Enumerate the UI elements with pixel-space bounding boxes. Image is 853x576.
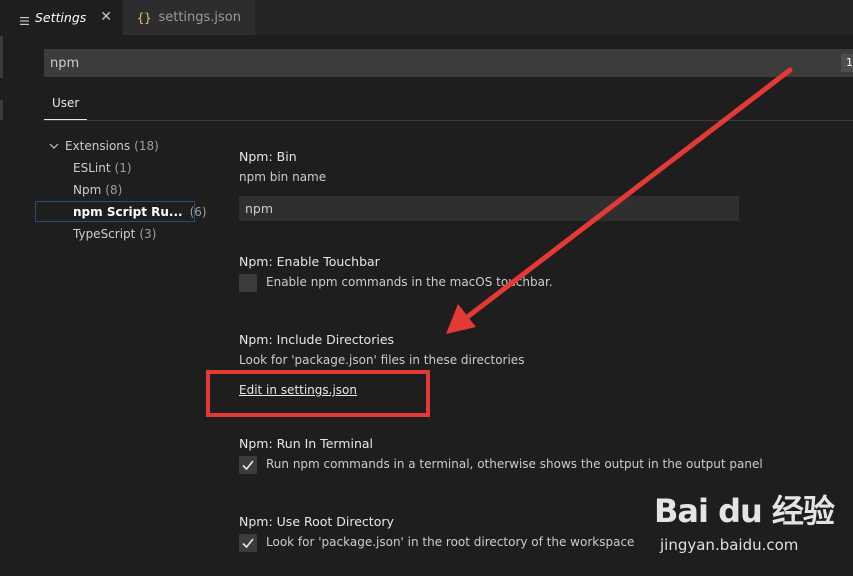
vscode-settings-window: Settings ✕ {} settings.json npm 1 User E… — [0, 0, 853, 576]
watermark-url: jingyan.baidu.com — [660, 536, 799, 554]
watermark-logo: Bai du 经验 — [654, 492, 835, 530]
baidu-jingyan-watermark: Bai du 经验 jingyan.baidu.com — [654, 486, 850, 558]
